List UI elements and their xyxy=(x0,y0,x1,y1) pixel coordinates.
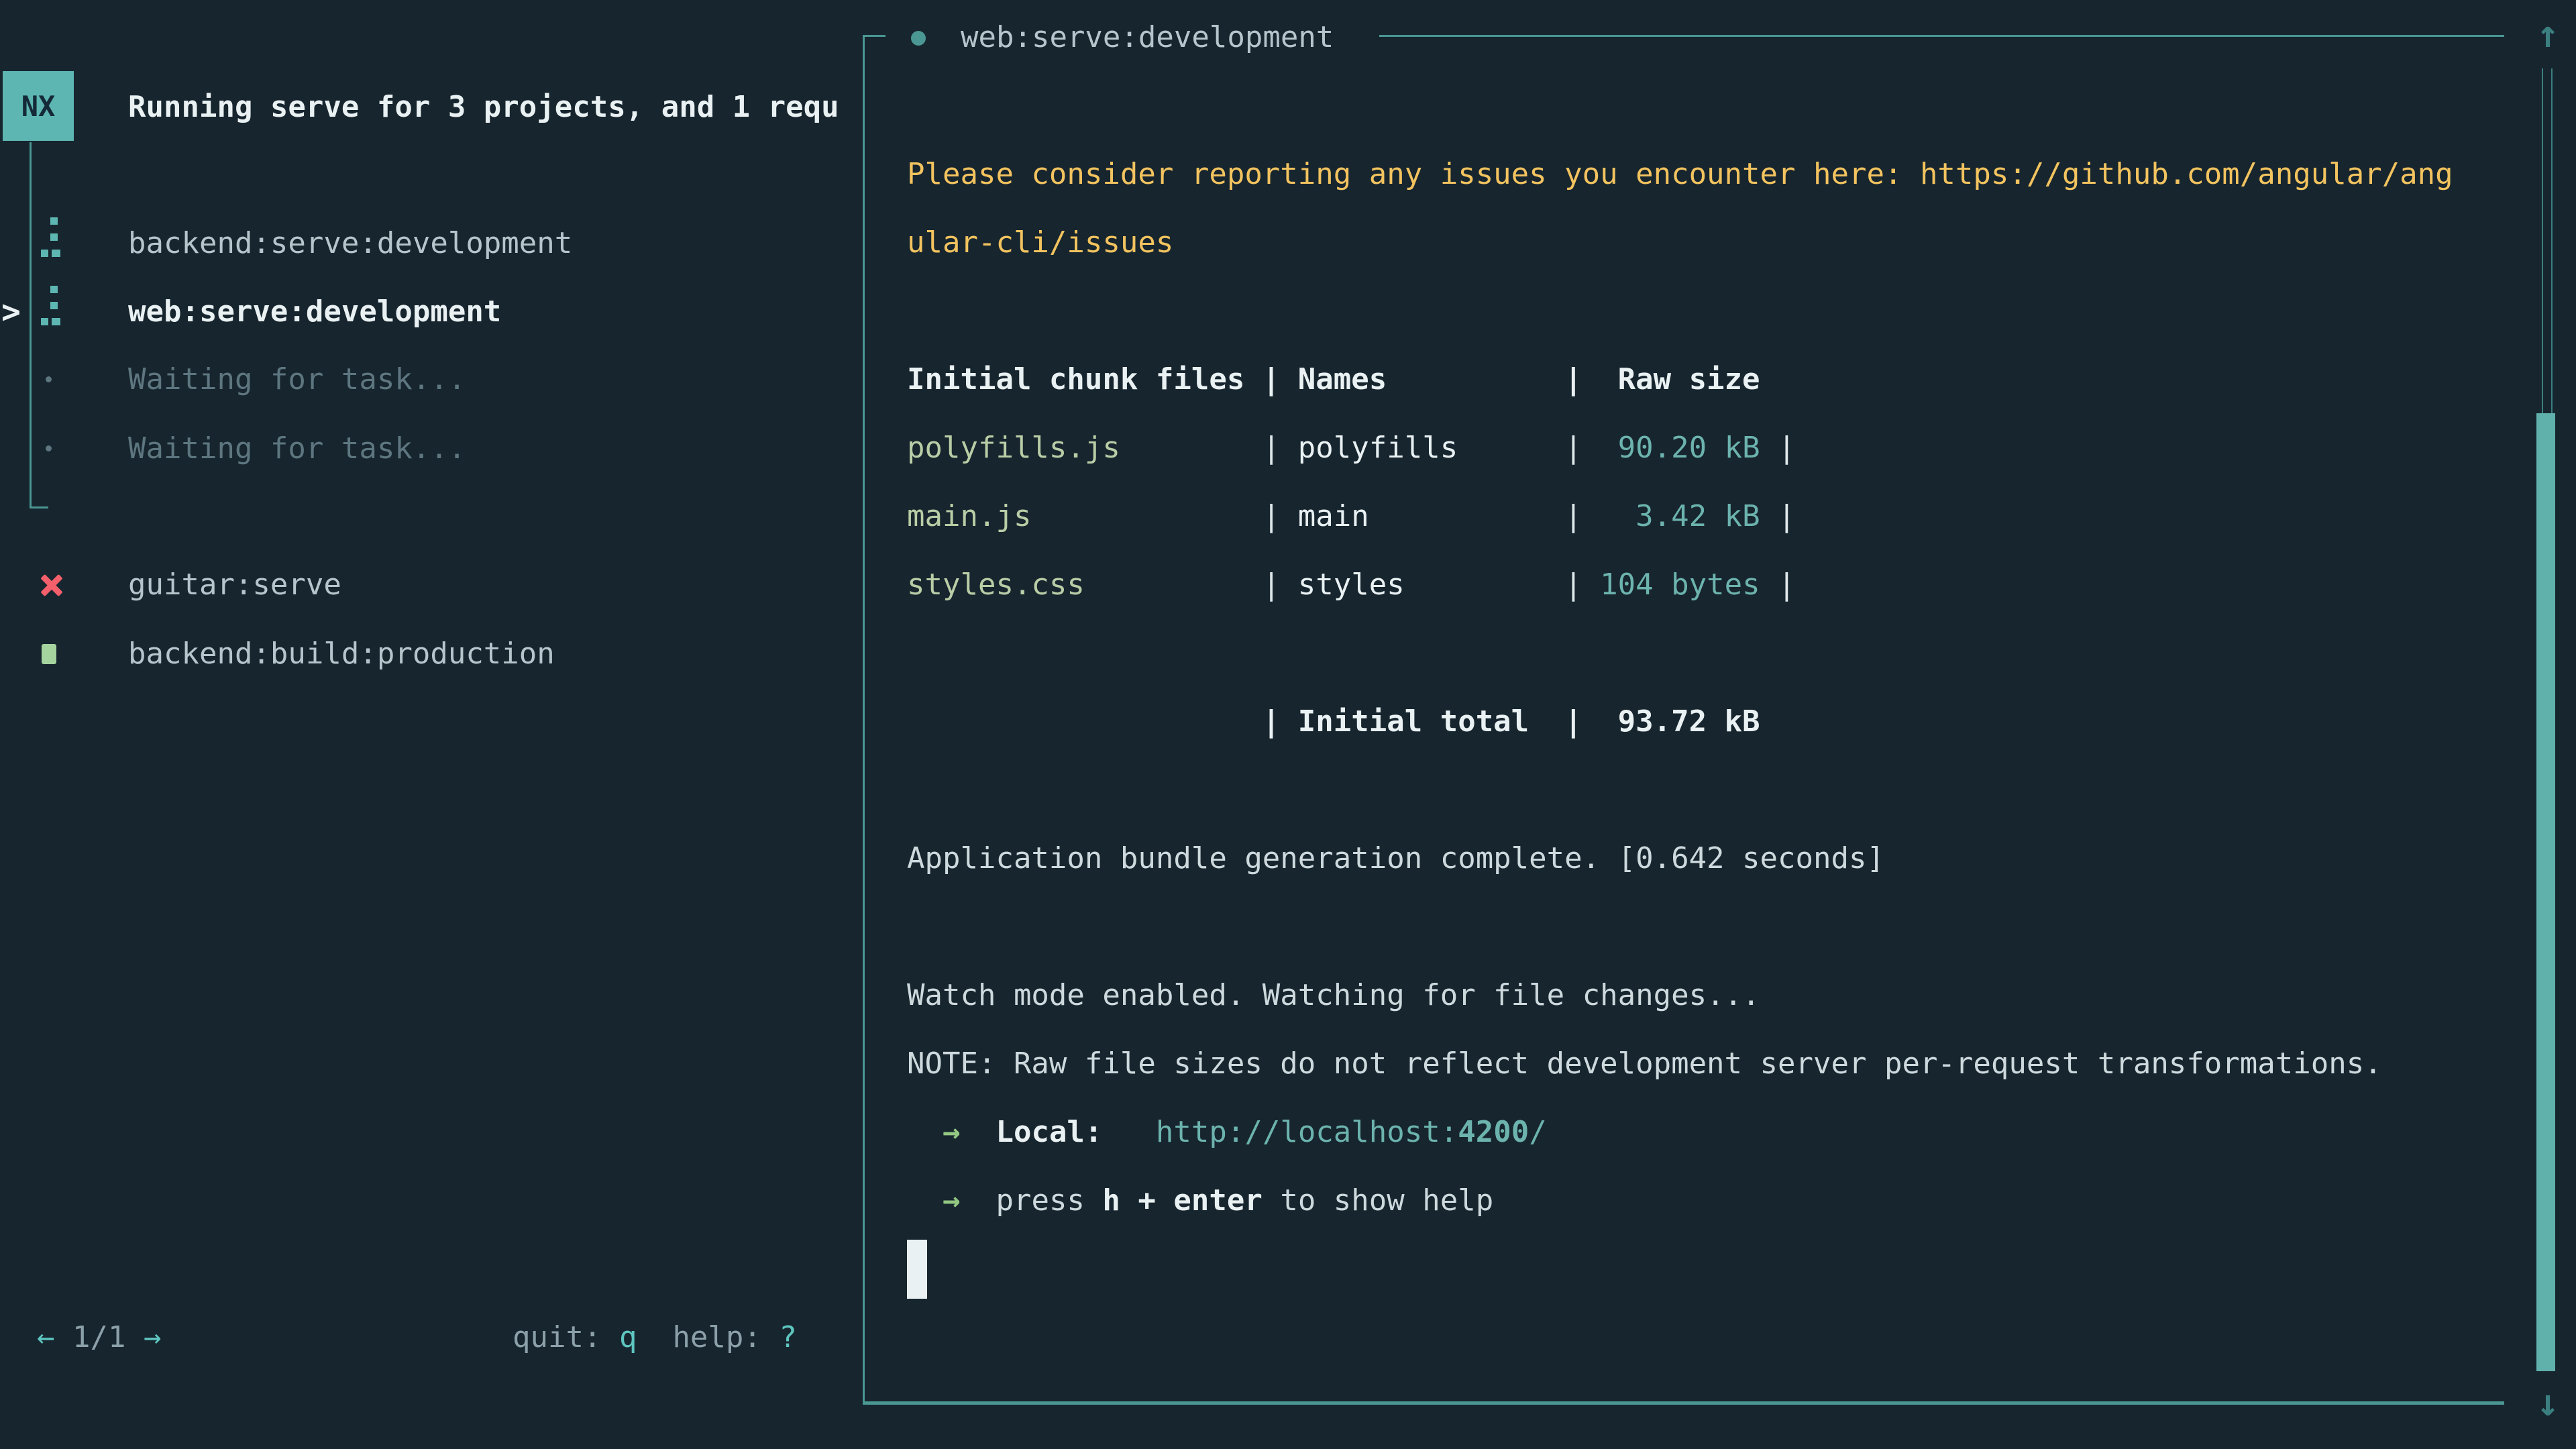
terminal-line xyxy=(907,277,2504,345)
task-label-selected: web:serve:development xyxy=(128,278,501,346)
terminal-line: Application bundle generation complete. … xyxy=(907,824,2504,893)
terminal-line: → Local: http://localhost:4200/ xyxy=(907,1098,2504,1167)
scrollbar-track[interactable] xyxy=(2542,68,2553,413)
running-status-bullet-icon xyxy=(911,31,926,46)
panel-border-top xyxy=(1379,35,2504,37)
terminal-line: NOTE: Raw file sizes do not reflect deve… xyxy=(907,1030,2504,1098)
terminal-line: → press h + enter to show help xyxy=(907,1167,2504,1235)
task-row-web-serve[interactable]: > web:serve:development xyxy=(0,278,863,346)
success-square-icon xyxy=(42,644,56,664)
terminal-line: | Initial total | 93.72 kB xyxy=(907,688,2504,756)
terminal-line xyxy=(907,619,2504,688)
task-row-guitar-serve[interactable]: guitar:serve xyxy=(0,551,863,619)
task-row-waiting-2[interactable]: Waiting for task... xyxy=(0,415,863,483)
waiting-dot-icon xyxy=(46,445,52,451)
task-row-backend-build[interactable]: backend:build:production xyxy=(0,620,863,688)
prev-page-icon[interactable]: ← xyxy=(37,1320,55,1354)
panel-border-left xyxy=(863,35,865,1403)
terminal-line: styles.css | styles | 104 bytes | xyxy=(907,551,2504,619)
terminal-line: ular-cli/issues xyxy=(907,209,2504,277)
failed-x-icon xyxy=(39,572,64,598)
terminal-line: Initial chunk files | Names | Raw size xyxy=(907,345,2504,414)
page-title: Running serve for 3 projects, and 1 requ xyxy=(128,73,859,142)
page-indicator: 1/1 xyxy=(55,1320,144,1354)
quit-key: q xyxy=(619,1320,637,1354)
scroll-up-icon[interactable]: ↑ xyxy=(2529,9,2567,60)
task-label: backend:serve:development xyxy=(128,209,572,278)
next-page-icon[interactable]: → xyxy=(144,1320,162,1354)
hint-gap xyxy=(637,1320,672,1354)
terminal-output: Please consider reporting any issues you… xyxy=(907,140,2504,1235)
terminal-line xyxy=(907,893,2504,961)
help-key: ? xyxy=(779,1320,797,1354)
panel-title: web:serve:development xyxy=(961,8,1334,67)
pagination: ← 1/1 → xyxy=(37,1320,161,1355)
task-tree-corner xyxy=(30,506,48,508)
task-label: guitar:serve xyxy=(128,551,341,619)
scroll-down-icon[interactable]: ↓ xyxy=(2529,1378,2567,1429)
nx-logo-text: NX xyxy=(21,90,56,123)
panel-border-bottom xyxy=(863,1401,2504,1405)
waiting-dot-icon xyxy=(46,376,52,382)
panel-border-top-stub xyxy=(863,35,885,37)
quit-hint-label: quit: xyxy=(513,1320,619,1354)
terminal-line: Watch mode enabled. Watching for file ch… xyxy=(907,961,2504,1030)
terminal-cursor[interactable] xyxy=(907,1240,927,1299)
selection-caret-icon: > xyxy=(1,278,21,346)
task-label: Waiting for task... xyxy=(128,345,466,414)
spinner-icon xyxy=(41,283,64,327)
task-row-waiting-1[interactable]: Waiting for task... xyxy=(0,345,863,414)
nx-logo-badge: NX xyxy=(3,71,74,141)
terminal-line: polyfills.js | polyfills | 90.20 kB | xyxy=(907,414,2504,482)
nx-tui-terminal: NX Running serve for 3 projects, and 1 r… xyxy=(0,0,2576,1449)
task-label: backend:build:production xyxy=(128,620,555,688)
terminal-line: main.js | main | 3.42 kB | xyxy=(907,482,2504,551)
scrollbar-thumb[interactable] xyxy=(2536,413,2555,1371)
task-row-backend-serve[interactable]: backend:serve:development xyxy=(0,209,863,278)
task-label: Waiting for task... xyxy=(128,415,466,483)
help-hint-label: help: xyxy=(672,1320,779,1354)
spinner-icon xyxy=(41,215,64,259)
terminal-line: Please consider reporting any issues you… xyxy=(907,140,2504,209)
keyboard-hints: quit: q help: ? xyxy=(513,1320,797,1355)
terminal-line xyxy=(907,756,2504,824)
